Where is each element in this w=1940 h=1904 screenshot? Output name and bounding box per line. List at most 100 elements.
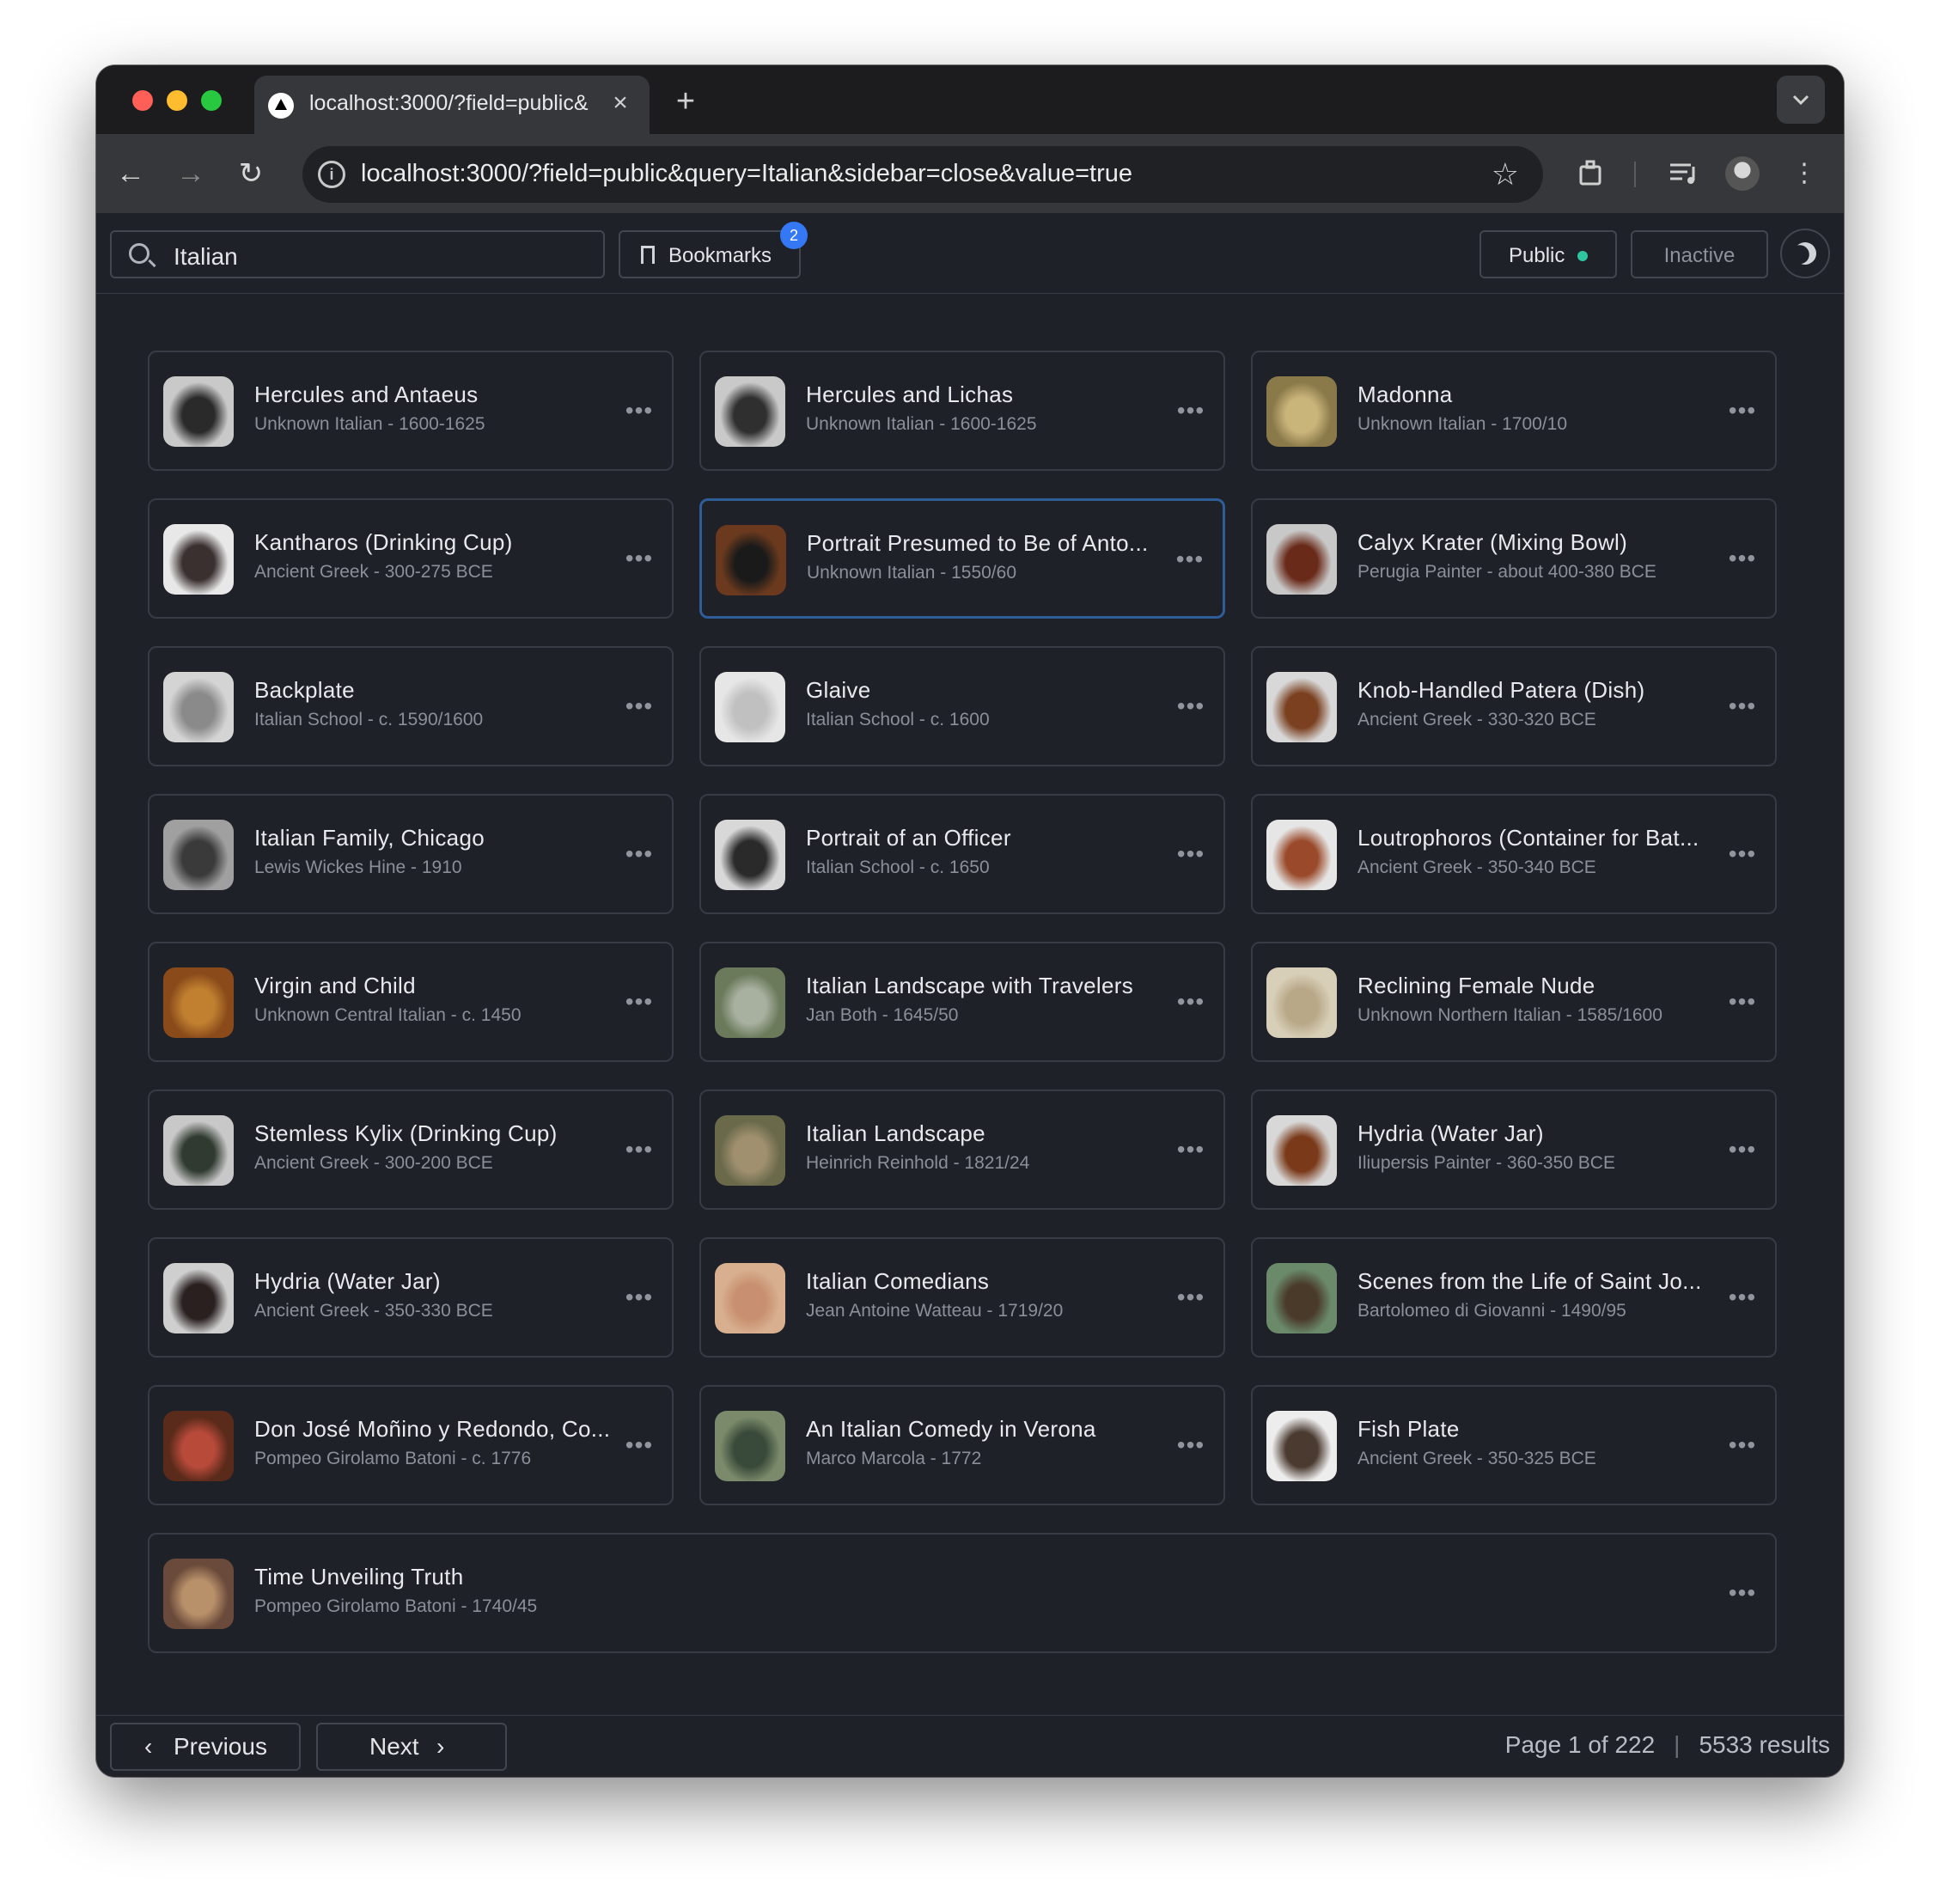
more-options-icon[interactable]: ••• (622, 1134, 656, 1165)
more-options-icon[interactable]: ••• (1725, 1430, 1760, 1461)
result-card[interactable]: Loutrophoros (Container for Bat... Ancien… (1251, 794, 1777, 914)
result-card[interactable]: Kantharos (Drinking Cup) Ancient Greek - … (148, 498, 674, 619)
url-text[interactable]: localhost:3000/?field=public&query=Itali… (361, 160, 1132, 188)
back-button[interactable]: ← (110, 153, 151, 194)
more-options-icon[interactable]: ••• (622, 1282, 656, 1313)
card-title[interactable]: Glaive (806, 677, 871, 704)
more-options-icon[interactable]: ••• (1725, 543, 1760, 574)
card-title[interactable]: Italian Family, Chicago (254, 825, 485, 851)
card-title[interactable]: Hercules and Antaeus (254, 381, 478, 408)
card-title[interactable]: Kantharos (Drinking Cup) (254, 529, 513, 556)
card-title[interactable]: Hercules and Lichas (806, 381, 1013, 408)
card-title[interactable]: Hydria (Water Jar) (1357, 1120, 1544, 1147)
forward-button[interactable]: → (170, 153, 211, 194)
more-options-icon[interactable]: ••• (1725, 1282, 1760, 1313)
card-title[interactable]: Virgin and Child (254, 973, 416, 999)
bookmarks-button[interactable]: Bookmarks (619, 230, 801, 278)
result-card[interactable]: Italian Landscape Heinrich Reinhold - 182… (699, 1089, 1225, 1210)
search-input[interactable]: Italian (110, 230, 605, 278)
more-options-icon[interactable]: ••• (622, 839, 656, 870)
result-card[interactable]: Backplate Italian School - c. 1590/1600 ••… (148, 646, 674, 766)
more-options-icon[interactable]: ••• (622, 1430, 656, 1461)
site-info-icon[interactable]: i (318, 161, 345, 188)
result-card[interactable]: Calyx Krater (Mixing Bowl) Perugia Painte… (1251, 498, 1777, 619)
result-card[interactable]: Fish Plate Ancient Greek - 350-325 BCE ••• (1251, 1385, 1777, 1505)
result-card[interactable]: Portrait of an Officer Italian School - c… (699, 794, 1225, 914)
bookmark-star-icon[interactable]: ☆ (1492, 156, 1519, 192)
result-card[interactable]: Stemless Kylix (Drinking Cup) Ancient Gre… (148, 1089, 674, 1210)
media-control-icon[interactable] (1662, 153, 1703, 194)
tab-search-button[interactable] (1777, 76, 1825, 124)
address-bar[interactable]: i localhost:3000/?field=public&query=Ita… (302, 146, 1543, 203)
card-title[interactable]: Loutrophoros (Container for Bat... (1357, 825, 1699, 851)
zoom-window-button[interactable] (201, 90, 222, 111)
browser-menu-icon[interactable]: ⋮ (1784, 153, 1825, 194)
card-title[interactable]: Portrait of an Officer (806, 825, 1011, 851)
extensions-icon[interactable] (1571, 153, 1612, 194)
new-tab-button[interactable]: + (667, 82, 705, 120)
card-title[interactable]: Stemless Kylix (Drinking Cup) (254, 1120, 558, 1147)
more-options-icon[interactable]: ••• (1174, 839, 1208, 870)
more-options-icon[interactable]: ••• (622, 691, 656, 722)
card-title[interactable]: Fish Plate (1357, 1416, 1460, 1443)
result-card[interactable]: Italian Family, Chicago Lewis Wickes Hine… (148, 794, 674, 914)
more-options-icon[interactable]: ••• (1174, 691, 1208, 722)
card-title[interactable]: Hydria (Water Jar) (254, 1268, 441, 1295)
card-title[interactable]: Don José Moñino y Redondo, Co... (254, 1416, 610, 1443)
result-card[interactable]: Italian Landscape with Travelers Jan Both… (699, 942, 1225, 1062)
more-options-icon[interactable]: ••• (1174, 395, 1208, 426)
result-card[interactable]: Madonna Unknown Italian - 1700/10 ••• (1251, 351, 1777, 471)
card-title[interactable]: Backplate (254, 677, 355, 704)
more-options-icon[interactable]: ••• (1174, 1282, 1208, 1313)
result-card[interactable]: Portrait Presumed to Be of Anto... Unknow… (699, 498, 1225, 619)
result-card[interactable]: Don José Moñino y Redondo, Co... Pompeo G… (148, 1385, 674, 1505)
close-window-button[interactable] (132, 90, 153, 111)
minimize-window-button[interactable] (167, 90, 187, 111)
result-card[interactable]: Hydria (Water Jar) Ancient Greek - 350-33… (148, 1237, 674, 1358)
more-options-icon[interactable]: ••• (1725, 839, 1760, 870)
result-card[interactable]: Glaive Italian School - c. 1600 ••• (699, 646, 1225, 766)
result-card[interactable]: Knob-Handled Patera (Dish) Ancient Greek … (1251, 646, 1777, 766)
card-title[interactable]: Reclining Female Nude (1357, 973, 1595, 999)
card-title[interactable]: Time Unveiling Truth (254, 1564, 463, 1590)
card-title[interactable]: Knob-Handled Patera (Dish) (1357, 677, 1644, 704)
result-card[interactable]: Hercules and Antaeus Unknown Italian - 16… (148, 351, 674, 471)
card-title[interactable]: Italian Landscape (806, 1120, 985, 1147)
more-options-icon[interactable]: ••• (622, 986, 656, 1017)
result-card[interactable]: Time Unveiling Truth Pompeo Girolamo Bato… (148, 1533, 1777, 1653)
browser-tab[interactable]: localhost:3000/?field=public& × (254, 76, 650, 134)
public-filter-button[interactable]: Public (1479, 230, 1617, 278)
result-card[interactable]: Hydria (Water Jar) Iliupersis Painter - 3… (1251, 1089, 1777, 1210)
card-title[interactable]: Scenes from the Life of Saint Jo... (1357, 1268, 1702, 1295)
previous-button[interactable]: ‹ Previous (110, 1723, 301, 1771)
tab-close-icon[interactable]: × (605, 88, 636, 119)
card-title[interactable]: Portrait Presumed to Be of Anto... (807, 530, 1149, 557)
card-title[interactable]: Italian Comedians (806, 1268, 989, 1295)
result-card[interactable]: An Italian Comedy in Verona Marco Marcola… (699, 1385, 1225, 1505)
more-options-icon[interactable]: ••• (1725, 691, 1760, 722)
result-card[interactable]: Virgin and Child Unknown Central Italian … (148, 942, 674, 1062)
result-card[interactable]: Scenes from the Life of Saint Jo... Barto… (1251, 1237, 1777, 1358)
more-options-icon[interactable]: ••• (1174, 1430, 1208, 1461)
more-options-icon[interactable]: ••• (622, 543, 656, 574)
card-title[interactable]: Italian Landscape with Travelers (806, 973, 1133, 999)
result-card[interactable]: Hercules and Lichas Unknown Italian - 160… (699, 351, 1225, 471)
more-options-icon[interactable]: ••• (1725, 986, 1760, 1017)
more-options-icon[interactable]: ••• (1174, 1134, 1208, 1165)
more-options-icon[interactable]: ••• (1173, 544, 1207, 575)
card-title[interactable]: Calyx Krater (Mixing Bowl) (1357, 529, 1627, 556)
more-options-icon[interactable]: ••• (1725, 1134, 1760, 1165)
search-value[interactable]: Italian (174, 243, 238, 271)
theme-toggle-button[interactable] (1780, 229, 1830, 278)
next-button[interactable]: Next › (316, 1723, 507, 1771)
more-options-icon[interactable]: ••• (622, 395, 656, 426)
more-options-icon[interactable]: ••• (1725, 1578, 1760, 1608)
result-card[interactable]: Italian Comedians Jean Antoine Watteau - … (699, 1237, 1225, 1358)
more-options-icon[interactable]: ••• (1174, 986, 1208, 1017)
profile-avatar[interactable] (1725, 156, 1760, 191)
result-card[interactable]: Reclining Female Nude Unknown Northern It… (1251, 942, 1777, 1062)
card-title[interactable]: An Italian Comedy in Verona (806, 1416, 1096, 1443)
more-options-icon[interactable]: ••• (1725, 395, 1760, 426)
card-title[interactable]: Madonna (1357, 381, 1453, 408)
reload-button[interactable]: ↻ (230, 153, 271, 194)
